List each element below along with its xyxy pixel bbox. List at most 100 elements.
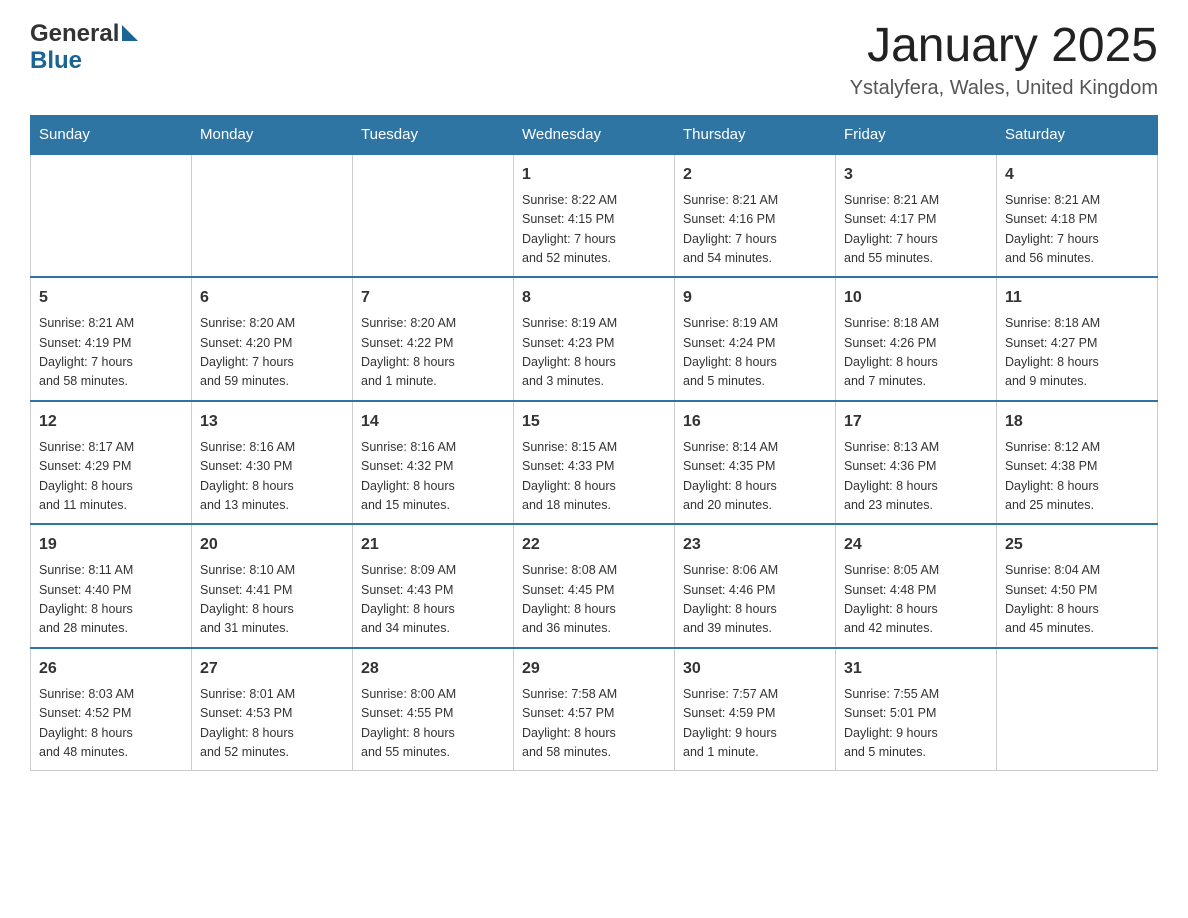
day-info: Sunrise: 8:21 AM Sunset: 4:19 PM Dayligh… (39, 314, 183, 392)
day-number: 1 (522, 163, 666, 187)
calendar-cell: 28 Sunrise: 8:00 AM Sunset: 4:55 PM Dayli… (353, 648, 514, 771)
calendar-cell: 14 Sunrise: 8:16 AM Sunset: 4:32 PM Dayli… (353, 401, 514, 525)
weekday-header-saturday: Saturday (997, 115, 1158, 154)
day-info: Sunrise: 8:20 AM Sunset: 4:20 PM Dayligh… (200, 314, 344, 392)
calendar-cell: 3 Sunrise: 8:21 AM Sunset: 4:17 PM Daylig… (836, 154, 997, 278)
calendar-cell: 21 Sunrise: 8:09 AM Sunset: 4:43 PM Dayli… (353, 524, 514, 648)
logo: General Blue (30, 20, 138, 76)
day-info: Sunrise: 8:19 AM Sunset: 4:24 PM Dayligh… (683, 314, 827, 392)
day-info: Sunrise: 8:17 AM Sunset: 4:29 PM Dayligh… (39, 438, 183, 516)
calendar-cell (353, 154, 514, 278)
day-info: Sunrise: 8:12 AM Sunset: 4:38 PM Dayligh… (1005, 438, 1149, 516)
calendar-cell: 29Sunrise: 7:58 AM Sunset: 4:57 PM Dayli… (514, 648, 675, 771)
calendar-cell: 8Sunrise: 8:19 AM Sunset: 4:23 PM Daylig… (514, 277, 675, 401)
calendar-cell: 13 Sunrise: 8:16 AM Sunset: 4:30 PM Dayli… (192, 401, 353, 525)
day-info: Sunrise: 8:14 AM Sunset: 4:35 PM Dayligh… (683, 438, 827, 516)
calendar-cell (192, 154, 353, 278)
calendar-cell: 25Sunrise: 8:04 AM Sunset: 4:50 PM Dayli… (997, 524, 1158, 648)
day-number: 16 (683, 410, 827, 434)
day-info: Sunrise: 8:15 AM Sunset: 4:33 PM Dayligh… (522, 438, 666, 516)
calendar-cell (31, 154, 192, 278)
day-number: 2 (683, 163, 827, 187)
day-number: 10 (844, 286, 988, 310)
day-info: Sunrise: 8:10 AM Sunset: 4:41 PM Dayligh… (200, 561, 344, 639)
weekday-header-sunday: Sunday (31, 115, 192, 154)
calendar-cell: 4 Sunrise: 8:21 AM Sunset: 4:18 PM Daylig… (997, 154, 1158, 278)
day-info: Sunrise: 7:55 AM Sunset: 5:01 PM Dayligh… (844, 685, 988, 763)
calendar-cell (997, 648, 1158, 771)
day-info: Sunrise: 8:18 AM Sunset: 4:26 PM Dayligh… (844, 314, 988, 392)
calendar-cell: 9 Sunrise: 8:19 AM Sunset: 4:24 PM Daylig… (675, 277, 836, 401)
day-number: 18 (1005, 410, 1149, 434)
calendar-cell: 17Sunrise: 8:13 AM Sunset: 4:36 PM Dayli… (836, 401, 997, 525)
calendar-cell: 10 Sunrise: 8:18 AM Sunset: 4:26 PM Dayli… (836, 277, 997, 401)
calendar-cell: 24Sunrise: 8:05 AM Sunset: 4:48 PM Dayli… (836, 524, 997, 648)
day-number: 30 (683, 657, 827, 681)
day-info: Sunrise: 7:58 AM Sunset: 4:57 PM Dayligh… (522, 685, 666, 763)
page-header: General Blue January 2025 Ystalyfera, Wa… (30, 20, 1158, 100)
day-number: 28 (361, 657, 505, 681)
day-number: 8 (522, 286, 666, 310)
weekday-header-monday: Monday (192, 115, 353, 154)
month-title: January 2025 (850, 20, 1158, 73)
day-number: 6 (200, 286, 344, 310)
calendar-week-row: 1 Sunrise: 8:22 AM Sunset: 4:15 PM Daylig… (31, 154, 1158, 278)
calendar-cell: 1 Sunrise: 8:22 AM Sunset: 4:15 PM Daylig… (514, 154, 675, 278)
day-info: Sunrise: 8:01 AM Sunset: 4:53 PM Dayligh… (200, 685, 344, 763)
calendar-cell: 6 Sunrise: 8:20 AM Sunset: 4:20 PM Daylig… (192, 277, 353, 401)
calendar-cell: 22 Sunrise: 8:08 AM Sunset: 4:45 PM Dayli… (514, 524, 675, 648)
location-subtitle: Ystalyfera, Wales, United Kingdom (850, 77, 1158, 100)
day-number: 20 (200, 533, 344, 557)
calendar-cell: 30 Sunrise: 7:57 AM Sunset: 4:59 PM Dayli… (675, 648, 836, 771)
calendar-week-row: 19Sunrise: 8:11 AM Sunset: 4:40 PM Dayli… (31, 524, 1158, 648)
day-number: 23 (683, 533, 827, 557)
day-info: Sunrise: 8:05 AM Sunset: 4:48 PM Dayligh… (844, 561, 988, 639)
logo-wordmark: General Blue (30, 20, 138, 76)
day-info: Sunrise: 8:03 AM Sunset: 4:52 PM Dayligh… (39, 685, 183, 763)
title-area: January 2025 Ystalyfera, Wales, United K… (850, 20, 1158, 100)
day-number: 14 (361, 410, 505, 434)
day-info: Sunrise: 8:21 AM Sunset: 4:16 PM Dayligh… (683, 191, 827, 269)
day-info: Sunrise: 8:00 AM Sunset: 4:55 PM Dayligh… (361, 685, 505, 763)
day-number: 13 (200, 410, 344, 434)
day-number: 17 (844, 410, 988, 434)
calendar-cell: 16 Sunrise: 8:14 AM Sunset: 4:35 PM Dayli… (675, 401, 836, 525)
day-number: 21 (361, 533, 505, 557)
calendar-cell: 23 Sunrise: 8:06 AM Sunset: 4:46 PM Dayli… (675, 524, 836, 648)
calendar-cell: 2 Sunrise: 8:21 AM Sunset: 4:16 PM Daylig… (675, 154, 836, 278)
day-number: 26 (39, 657, 183, 681)
day-info: Sunrise: 8:16 AM Sunset: 4:32 PM Dayligh… (361, 438, 505, 516)
day-number: 11 (1005, 286, 1149, 310)
day-info: Sunrise: 8:21 AM Sunset: 4:18 PM Dayligh… (1005, 191, 1149, 269)
day-number: 7 (361, 286, 505, 310)
day-info: Sunrise: 8:04 AM Sunset: 4:50 PM Dayligh… (1005, 561, 1149, 639)
day-number: 31 (844, 657, 988, 681)
calendar-week-row: 5Sunrise: 8:21 AM Sunset: 4:19 PM Daylig… (31, 277, 1158, 401)
day-info: Sunrise: 8:11 AM Sunset: 4:40 PM Dayligh… (39, 561, 183, 639)
day-number: 15 (522, 410, 666, 434)
day-info: Sunrise: 8:22 AM Sunset: 4:15 PM Dayligh… (522, 191, 666, 269)
weekday-header-friday: Friday (836, 115, 997, 154)
calendar-cell: 31 Sunrise: 7:55 AM Sunset: 5:01 PM Dayli… (836, 648, 997, 771)
calendar-cell: 15 Sunrise: 8:15 AM Sunset: 4:33 PM Dayli… (514, 401, 675, 525)
day-info: Sunrise: 8:06 AM Sunset: 4:46 PM Dayligh… (683, 561, 827, 639)
day-info: Sunrise: 8:18 AM Sunset: 4:27 PM Dayligh… (1005, 314, 1149, 392)
calendar-cell: 18 Sunrise: 8:12 AM Sunset: 4:38 PM Dayli… (997, 401, 1158, 525)
day-number: 9 (683, 286, 827, 310)
calendar-cell: 20 Sunrise: 8:10 AM Sunset: 4:41 PM Dayli… (192, 524, 353, 648)
calendar-header-row: SundayMondayTuesdayWednesdayThursdayFrid… (31, 115, 1158, 154)
day-info: Sunrise: 7:57 AM Sunset: 4:59 PM Dayligh… (683, 685, 827, 763)
day-info: Sunrise: 8:08 AM Sunset: 4:45 PM Dayligh… (522, 561, 666, 639)
day-info: Sunrise: 8:16 AM Sunset: 4:30 PM Dayligh… (200, 438, 344, 516)
weekday-header-tuesday: Tuesday (353, 115, 514, 154)
day-number: 22 (522, 533, 666, 557)
calendar-cell: 19Sunrise: 8:11 AM Sunset: 4:40 PM Dayli… (31, 524, 192, 648)
day-info: Sunrise: 8:09 AM Sunset: 4:43 PM Dayligh… (361, 561, 505, 639)
day-number: 4 (1005, 163, 1149, 187)
calendar-cell: 11 Sunrise: 8:18 AM Sunset: 4:27 PM Dayli… (997, 277, 1158, 401)
calendar-cell: 5Sunrise: 8:21 AM Sunset: 4:19 PM Daylig… (31, 277, 192, 401)
calendar-week-row: 12Sunrise: 8:17 AM Sunset: 4:29 PM Dayli… (31, 401, 1158, 525)
day-info: Sunrise: 8:21 AM Sunset: 4:17 PM Dayligh… (844, 191, 988, 269)
calendar-cell: 12Sunrise: 8:17 AM Sunset: 4:29 PM Dayli… (31, 401, 192, 525)
day-number: 3 (844, 163, 988, 187)
